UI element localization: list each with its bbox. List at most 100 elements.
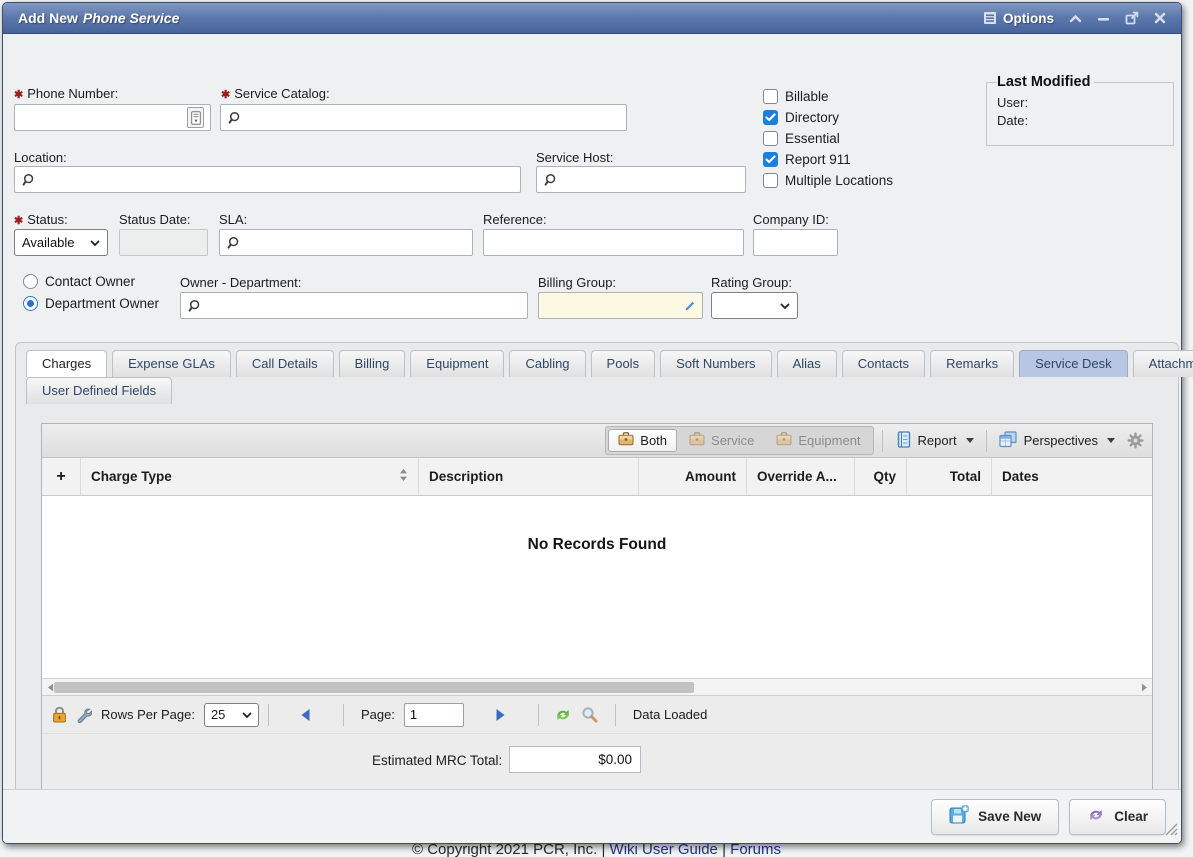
scrollbar-thumb[interactable]	[54, 682, 694, 693]
sla-input[interactable]	[245, 230, 466, 255]
resize-grip[interactable]	[1165, 823, 1178, 841]
checkbox-box[interactable]	[763, 89, 778, 104]
column-header-dates[interactable]: Dates	[992, 458, 1152, 495]
owner-department-field[interactable]	[180, 292, 528, 319]
radio-circle[interactable]	[23, 296, 38, 311]
page-number-input[interactable]	[404, 703, 464, 727]
tab-cabling[interactable]: Cabling	[509, 350, 585, 377]
tab-billing[interactable]: Billing	[339, 350, 406, 377]
tab-remarks[interactable]: Remarks	[930, 350, 1014, 377]
service-host-input[interactable]	[562, 167, 739, 192]
tab-charges[interactable]: Charges	[26, 350, 107, 377]
options-button[interactable]: Options	[983, 11, 1054, 26]
service-host-field[interactable]	[536, 166, 746, 193]
rows-per-page-label: Rows Per Page:	[101, 707, 195, 722]
search-grid-icon[interactable]	[581, 706, 598, 723]
sla-field[interactable]	[219, 229, 473, 256]
checkbox-essential[interactable]: Essential	[763, 131, 840, 146]
company-id-field[interactable]	[753, 229, 838, 256]
pencil-icon[interactable]	[684, 300, 696, 312]
tab-contacts[interactable]: Contacts	[842, 350, 925, 377]
checkbox-multiple-locations[interactable]: Multiple Locations	[763, 173, 893, 188]
grid-body: No Records Found	[42, 496, 1152, 678]
perspectives-button[interactable]: Perspectives	[995, 429, 1119, 453]
service-catalog-field[interactable]	[220, 104, 627, 131]
previous-page-button[interactable]	[296, 705, 316, 725]
next-page-button[interactable]	[491, 705, 511, 725]
phone-number-field[interactable]	[14, 104, 211, 131]
tab-alias[interactable]: Alias	[777, 350, 837, 377]
tab-strip-row-1: Charges Expense GLAs Call Details Billin…	[16, 343, 1178, 377]
dialog-window: Add NewPhone Service Options	[2, 2, 1182, 844]
window-title-prefix: Add New	[18, 10, 78, 26]
reference-field[interactable]	[483, 229, 744, 256]
save-new-button[interactable]: Save New	[931, 799, 1059, 835]
scroll-right-arrow-icon[interactable]	[1136, 679, 1152, 695]
column-header-total[interactable]: Total	[907, 458, 992, 495]
checkbox-directory[interactable]: Directory	[763, 110, 839, 125]
collapse-chevron-icon[interactable]	[1069, 14, 1082, 23]
service-catalog-input[interactable]	[246, 105, 620, 130]
rating-group-select[interactable]	[711, 292, 798, 319]
column-header-override-amount[interactable]: Override A...	[747, 458, 855, 495]
pager-separator	[538, 704, 539, 726]
tab-user-defined-fields[interactable]: User Defined Fields	[26, 377, 172, 404]
status-select[interactable]: Available	[14, 229, 108, 256]
search-icon	[187, 299, 201, 313]
checkbox-label: Report 911	[785, 152, 851, 167]
horizontal-scrollbar[interactable]	[42, 678, 1152, 695]
checkbox-billable[interactable]: Billable	[763, 89, 829, 104]
chevron-down-icon	[966, 438, 974, 443]
briefcase-icon	[618, 432, 634, 449]
tab-call-details[interactable]: Call Details	[236, 350, 334, 377]
clear-button[interactable]: Clear	[1069, 799, 1166, 835]
column-header-charge-type[interactable]: Charge Type	[81, 458, 419, 495]
checkbox-label: Directory	[785, 110, 839, 125]
column-header-qty[interactable]: Qty	[855, 458, 907, 495]
sort-icon[interactable]	[399, 468, 408, 485]
owner-department-label: Owner - Department:	[180, 275, 301, 290]
checkbox-box[interactable]	[763, 152, 778, 167]
column-header-description[interactable]: Description	[419, 458, 639, 495]
rows-per-page-select[interactable]: 25	[204, 703, 259, 727]
tab-equipment[interactable]: Equipment	[410, 350, 504, 377]
popout-icon[interactable]	[1125, 11, 1139, 25]
phone-lookup-icon[interactable]	[187, 107, 204, 128]
tab-service-desk[interactable]: Service Desk	[1019, 350, 1128, 377]
checkbox-report-911[interactable]: Report 911	[763, 152, 851, 167]
tab-soft-numbers[interactable]: Soft Numbers	[660, 350, 771, 377]
window-title: Add NewPhone Service	[18, 10, 179, 26]
phone-number-input[interactable]	[21, 105, 187, 130]
reference-input[interactable]	[490, 230, 737, 255]
charge-scope-toggle-group: Both Service Equipment	[605, 426, 873, 455]
column-header-amount[interactable]: Amount	[639, 458, 747, 495]
radio-contact-owner[interactable]: Contact Owner	[23, 274, 135, 289]
owner-department-input[interactable]	[206, 293, 521, 318]
lock-icon[interactable]	[52, 706, 67, 723]
tab-expense-glas[interactable]: Expense GLAs	[112, 350, 231, 377]
wrench-icon[interactable]	[76, 707, 92, 723]
minimize-icon[interactable]	[1097, 14, 1110, 23]
scope-service-button[interactable]: Service	[679, 429, 764, 452]
report-button[interactable]: Report	[891, 429, 978, 453]
checkbox-box[interactable]	[763, 131, 778, 146]
grid-pager: Rows Per Page: 25 Page:	[42, 695, 1152, 733]
radio-department-owner[interactable]: Department Owner	[23, 296, 159, 311]
billing-group-field[interactable]	[538, 292, 703, 319]
add-charge-column-header[interactable]: +	[42, 458, 81, 495]
location-field[interactable]	[14, 166, 521, 193]
radio-circle[interactable]	[23, 274, 38, 289]
location-input[interactable]	[40, 167, 514, 192]
checkbox-box[interactable]	[763, 110, 778, 125]
scope-both-button[interactable]: Both	[608, 429, 677, 452]
company-id-input[interactable]	[760, 230, 831, 255]
service-catalog-label: ✱Service Catalog:	[221, 86, 330, 101]
clear-label: Clear	[1114, 809, 1148, 824]
checkbox-box[interactable]	[763, 173, 778, 188]
gear-icon[interactable]	[1127, 432, 1144, 449]
tab-attachments[interactable]: Attachments	[1133, 350, 1193, 377]
close-icon[interactable]	[1154, 12, 1166, 24]
tab-pools[interactable]: Pools	[591, 350, 656, 377]
refresh-icon[interactable]	[554, 707, 572, 723]
scope-equipment-button[interactable]: Equipment	[766, 429, 870, 452]
